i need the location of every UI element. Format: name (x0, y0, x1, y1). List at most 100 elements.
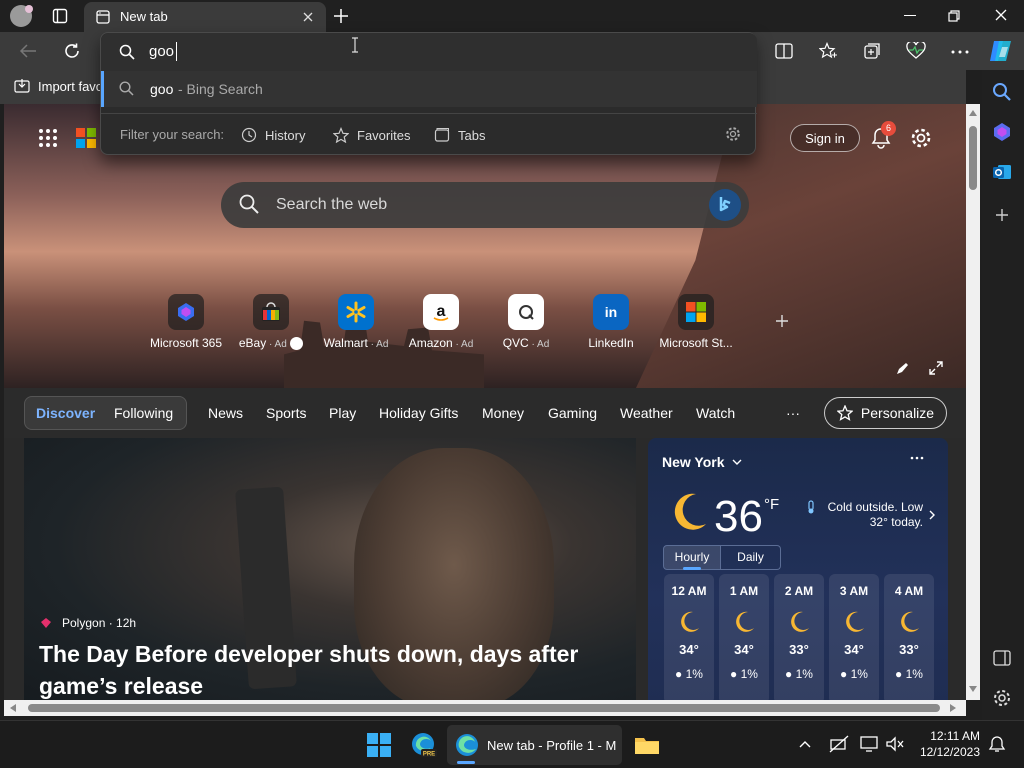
browser-essentials-icon[interactable] (906, 42, 926, 60)
address-bar-dropdown: goo goo - Bing Search Filter your search… (100, 32, 757, 155)
scroll-down-arrow-icon[interactable] (969, 686, 977, 692)
taskbar-edge-window[interactable]: New tab - Profile 1 - Mic (447, 725, 622, 765)
sidebar-settings-icon[interactable] (992, 688, 1012, 708)
tab-new-tab[interactable]: New tab (84, 2, 326, 32)
scroll-right-arrow-icon[interactable] (950, 704, 956, 712)
search-icon (119, 81, 134, 96)
favorites-star-icon[interactable] (819, 42, 837, 60)
copilot-sidebar-icon[interactable] (992, 122, 1012, 142)
search-the-web-box[interactable]: Search the web (221, 182, 749, 228)
quick-link-linkedin[interactable]: in LinkedIn (571, 294, 651, 350)
tab-gaming[interactable]: Gaming (548, 405, 597, 421)
edge-preview-icon[interactable]: PRE (411, 732, 437, 758)
scroll-up-arrow-icon[interactable] (969, 110, 977, 116)
close-tab-icon[interactable] (302, 11, 314, 23)
tab-following[interactable]: Following (114, 405, 173, 421)
address-bar[interactable]: goo (101, 33, 757, 71)
personalize-button[interactable]: Personalize (824, 397, 947, 429)
sign-in-button[interactable]: Sign in (790, 124, 860, 152)
page-settings-gear-icon[interactable] (910, 127, 932, 149)
new-tab-plus-icon[interactable] (333, 8, 349, 24)
volume-muted-icon[interactable] (886, 736, 904, 752)
suggestion-query: goo (150, 81, 174, 97)
edit-background-icon[interactable] (895, 362, 909, 376)
hour-time: 12 AM (671, 584, 707, 598)
minimize-icon[interactable] (904, 15, 916, 16)
article-headline[interactable]: The Day Before developer shuts down, day… (39, 638, 619, 702)
hourly-forecast-column[interactable]: 1 AM 34° ● 1% (719, 574, 769, 704)
search-settings-gear-icon[interactable] (725, 126, 741, 142)
collections-icon[interactable] (863, 42, 881, 60)
scroll-left-arrow-icon[interactable] (10, 704, 16, 712)
weather-card[interactable]: New York 36 °F Cold outside. Low 32° tod… (648, 438, 948, 704)
restore-icon[interactable] (948, 10, 960, 22)
profile-avatar[interactable] (10, 5, 33, 27)
display-icon[interactable] (860, 736, 878, 752)
quick-link-amazon[interactable]: a Amazon · Ad (401, 294, 481, 350)
hourly-forecast-column[interactable]: 4 AM 33° ● 1% (884, 574, 934, 704)
hourly-forecast-column[interactable]: 3 AM 34° ● 1% (829, 574, 879, 704)
hour-temp: 33° (789, 642, 809, 657)
quick-link-walmart[interactable]: Walmart · Ad (316, 294, 396, 350)
search-placeholder: Search the web (276, 196, 388, 213)
ad-tag: · Ad (528, 339, 550, 350)
tab-holiday-gifts[interactable]: Holiday Gifts (379, 405, 458, 421)
weather-location[interactable]: New York (662, 454, 743, 470)
file-explorer-icon[interactable] (634, 734, 660, 756)
quick-link-microsoft-365[interactable]: Microsoft 365 (146, 294, 226, 350)
weather-more-icon[interactable] (910, 456, 924, 460)
tab-watch[interactable]: Watch (696, 405, 735, 421)
quick-link-qvc[interactable]: QVC · Ad (486, 294, 566, 350)
walmart-spark-icon (346, 301, 366, 323)
clock-date[interactable]: 12/12/2023 (912, 745, 980, 759)
moon-icon (732, 610, 756, 634)
outlook-icon[interactable] (992, 162, 1012, 182)
tabs-icon (434, 128, 450, 142)
quick-link-ebay[interactable]: eBay · Ad (231, 294, 311, 351)
split-screen-icon[interactable] (775, 43, 793, 59)
vertical-scrollbar[interactable] (966, 104, 980, 700)
filter-tabs[interactable]: Tabs (434, 127, 485, 143)
tab-actions-icon[interactable] (52, 8, 68, 24)
suggestion-row[interactable]: goo - Bing Search (101, 71, 757, 107)
bing-chat-icon[interactable] (709, 189, 741, 221)
add-quick-link-icon[interactable] (775, 314, 789, 328)
quick-link-microsoft-store[interactable]: Microsoft St... (656, 294, 736, 350)
more-categories-button[interactable]: ··· (786, 405, 800, 421)
settings-more-icon[interactable] (951, 50, 969, 54)
start-button-icon[interactable] (367, 733, 391, 757)
notification-center-bell-icon[interactable] (988, 735, 1006, 753)
refresh-icon[interactable] (63, 42, 81, 60)
import-favorites-button[interactable]: Import favo (14, 78, 103, 94)
search-sidebar-icon[interactable] (992, 82, 1012, 102)
app-launcher-icon[interactable] (38, 128, 58, 148)
featured-article-card[interactable]: Polygon · 12h The Day Before developer s… (24, 438, 636, 704)
close-window-icon[interactable] (995, 9, 1007, 21)
ad-tag: · Ad (266, 339, 287, 350)
clock-time[interactable]: 12:11 AM (918, 729, 980, 743)
hourly-forecast-column[interactable]: 12 AM 34° ● 1% (664, 574, 714, 704)
expand-icon[interactable] (929, 361, 943, 375)
quick-link-label: eBay (238, 336, 267, 350)
horizontal-scrollbar[interactable] (4, 700, 966, 716)
add-sidebar-app-icon[interactable] (994, 207, 1010, 223)
filter-favorites[interactable]: Favorites (333, 127, 410, 143)
chevron-right-icon[interactable] (928, 509, 936, 521)
address-bar-input[interactable]: goo (149, 43, 174, 60)
hourly-forecast-column[interactable]: 2 AM 33° ● 1% (774, 574, 824, 704)
tab-daily[interactable]: Daily (721, 545, 781, 570)
filter-history[interactable]: History (241, 127, 305, 143)
network-disconnected-icon[interactable] (829, 735, 849, 753)
vertical-scroll-thumb[interactable] (969, 126, 977, 190)
tab-weather[interactable]: Weather (620, 405, 673, 421)
hide-sidebar-icon[interactable] (993, 650, 1011, 666)
back-arrow-icon[interactable] (19, 43, 37, 59)
tab-play[interactable]: Play (329, 405, 356, 421)
tab-money[interactable]: Money (482, 405, 524, 421)
tab-discover[interactable]: Discover (36, 405, 95, 421)
copilot-icon[interactable] (988, 39, 1014, 63)
tab-sports[interactable]: Sports (266, 405, 306, 421)
tray-chevron-up-icon[interactable] (799, 740, 811, 748)
horizontal-scroll-thumb[interactable] (28, 704, 940, 712)
tab-news[interactable]: News (208, 405, 243, 421)
